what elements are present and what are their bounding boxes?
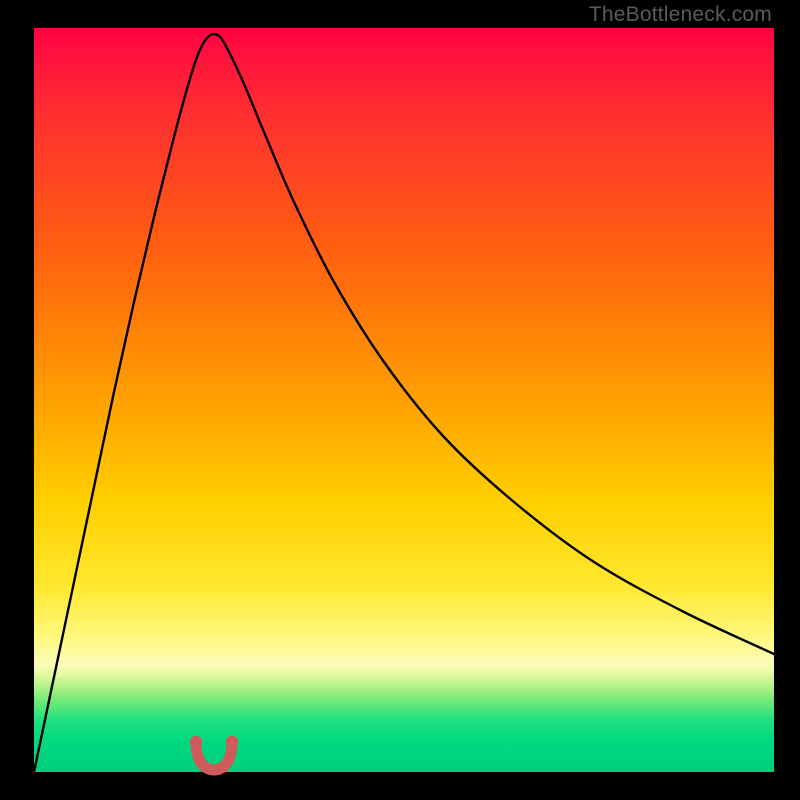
valley-marker [196,742,232,770]
valley-marker-cap [190,736,202,748]
bottleneck-curve [34,34,774,772]
chart-frame: TheBottleneck.com [0,0,800,800]
valley-marker-cap [226,736,238,748]
curve-layer [0,0,800,800]
